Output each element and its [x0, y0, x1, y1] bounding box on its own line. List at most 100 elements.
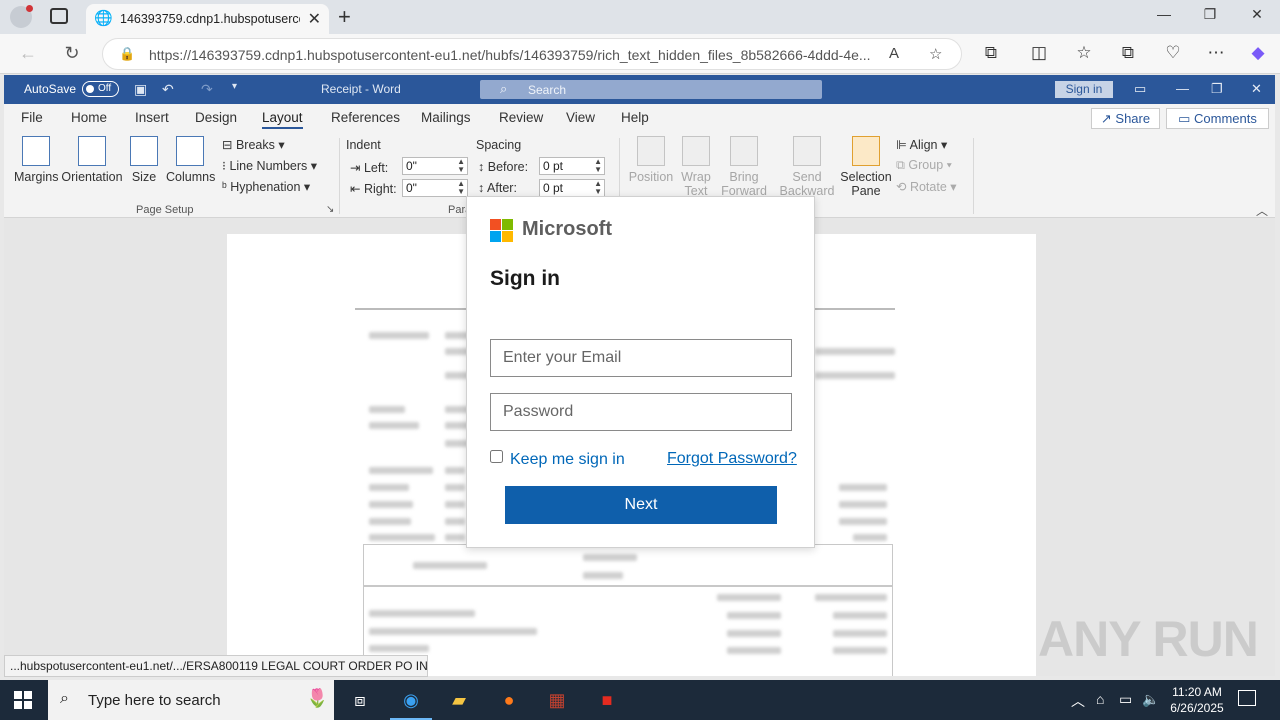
tab-view[interactable]: View — [566, 110, 595, 125]
file-explorer-icon[interactable]: ▰ — [446, 688, 472, 712]
indent-left-input[interactable]: 0" ▲ ▼ — [402, 157, 468, 175]
collections-icon[interactable]: ⧉ — [1115, 43, 1141, 63]
spin-arrows-icon[interactable]: ▲ ▼ — [594, 158, 602, 174]
redo-icon[interactable]: ↷ — [201, 81, 213, 98]
columns-button[interactable]: Columns — [166, 136, 215, 184]
blurred-text — [445, 534, 465, 541]
position-button[interactable]: Position — [626, 136, 676, 184]
line-numbers-button[interactable]: ⁝ Line Numbers ▾ — [222, 158, 317, 173]
logo-square-blue — [490, 231, 501, 242]
send-backward-button[interactable]: Send Backward — [776, 136, 838, 198]
spin-arrows-icon[interactable]: ▲ ▼ — [457, 158, 465, 174]
hyphenation-button[interactable]: ᵇ Hyphenation ▾ — [222, 179, 310, 194]
wrap-text-button[interactable]: Wrap Text — [676, 136, 716, 198]
tab-help[interactable]: Help — [621, 110, 649, 125]
notifications-icon[interactable] — [1238, 690, 1256, 706]
customize-toolbar-icon[interactable]: ▾ — [232, 81, 237, 92]
browser-tab[interactable]: 🌐 146393759.cdnp1.hubspotusercontent-eu1… — [86, 4, 329, 34]
close-tab-icon[interactable]: ✕ — [308, 9, 321, 29]
acrobat-icon[interactable]: ■ — [594, 688, 620, 712]
tab-home[interactable]: Home — [71, 110, 107, 125]
volume-icon[interactable]: 🔈 — [1142, 691, 1159, 708]
taskbar-search-box[interactable]: ⌕ Type here to search 🌷 — [48, 680, 334, 720]
bring-forward-button[interactable]: Bring Forward — [716, 136, 772, 198]
autosave-toggle[interactable]: Off — [82, 81, 119, 97]
spin-arrows-icon[interactable]: ▲ ▼ — [457, 180, 465, 196]
keep-signed-in-option[interactable]: Keep me sign in — [490, 450, 625, 469]
size-button[interactable]: Size — [128, 136, 160, 184]
start-button[interactable] — [14, 691, 32, 709]
network-icon[interactable]: ▭ — [1119, 691, 1132, 708]
minimize-window-button[interactable]: — — [1141, 6, 1187, 22]
orientation-button[interactable]: Orientation — [60, 136, 124, 184]
page-setup-launcher-icon[interactable]: ↘ — [326, 204, 334, 215]
task-view-icon[interactable]: ⧈ — [347, 688, 373, 712]
meet-now-icon[interactable]: ⌂ — [1096, 691, 1104, 707]
word-search-box[interactable]: ⌕ Search — [480, 80, 822, 99]
comments-button[interactable]: ▭ Comments — [1166, 108, 1269, 129]
align-button[interactable]: ⊫ Align ▾ — [896, 137, 947, 152]
firefox-icon[interactable]: ● — [496, 688, 522, 712]
tab-references[interactable]: References — [331, 110, 400, 125]
line-numbers-label: Line Numbers — [229, 159, 308, 173]
favorites-icon[interactable]: ☆ — [1071, 43, 1097, 63]
forgot-password-link[interactable]: Forgot Password? — [667, 450, 797, 468]
selection-pane-button[interactable]: Selection Pane — [840, 136, 892, 198]
restore-window-button[interactable]: ❐ — [1187, 6, 1233, 23]
indent-right-input[interactable]: 0" ▲ ▼ — [402, 179, 468, 197]
margins-icon — [22, 136, 50, 166]
blurred-text — [727, 647, 781, 654]
tab-layout[interactable]: Layout — [262, 110, 303, 129]
rotate-button[interactable]: ⟲ Rotate ▾ — [896, 179, 957, 194]
more-options-icon[interactable]: ⋯ — [1203, 43, 1229, 63]
collapse-ribbon-icon[interactable]: ︿ — [1256, 202, 1268, 219]
share-button[interactable]: ↗ Share — [1091, 108, 1160, 129]
password-field[interactable] — [490, 393, 792, 431]
tab-review[interactable]: Review — [499, 110, 543, 125]
tab-mailings[interactable]: Mailings — [421, 110, 471, 125]
search-highlight-flower-icon: 🌷 — [306, 688, 329, 708]
word-minimize-icon[interactable]: — — [1176, 81, 1189, 96]
winrar-icon[interactable]: ▦ — [544, 688, 570, 712]
keep-signed-in-checkbox[interactable] — [490, 450, 503, 463]
breaks-button[interactable]: ⊟ Breaks ▾ — [222, 137, 285, 152]
split-screen-icon[interactable]: ◫ — [1026, 43, 1052, 63]
tab-insert[interactable]: Insert — [135, 110, 169, 125]
tab-actions-icon[interactable] — [50, 8, 68, 24]
show-hidden-icons-icon[interactable]: ︿ — [1071, 691, 1085, 711]
ribbon-display-icon[interactable]: ▭ — [1134, 81, 1146, 97]
blurred-text — [369, 467, 433, 474]
browser-essentials-icon[interactable]: ♡ — [1160, 43, 1186, 63]
save-icon[interactable]: ▣ — [134, 81, 147, 98]
site-info-icon[interactable]: 🔒 — [119, 46, 135, 62]
back-button[interactable]: ← — [16, 43, 40, 64]
edge-browser-icon[interactable]: ◉ — [390, 688, 432, 720]
tab-file[interactable]: File — [21, 110, 43, 125]
word-close-icon[interactable]: ✕ — [1251, 81, 1262, 97]
refresh-button[interactable]: ↻ — [60, 43, 84, 64]
wrap-text-label: Wrap Text — [681, 170, 711, 198]
close-window-button[interactable]: ✕ — [1234, 6, 1280, 23]
spacing-after-input[interactable]: 0 pt ▲ ▼ — [539, 179, 605, 197]
taskbar-clock[interactable]: 11:20 AM 6/26/2025 — [1166, 684, 1228, 716]
new-tab-button[interactable]: + — [338, 4, 351, 30]
email-field[interactable] — [490, 339, 792, 377]
read-aloud-icon[interactable]: A — [889, 45, 899, 62]
next-button[interactable]: Next — [505, 486, 777, 524]
undo-icon[interactable]: ↶ — [162, 81, 174, 98]
profile-avatar-icon[interactable] — [10, 5, 33, 28]
spacing-before-text: Before: — [487, 160, 529, 174]
tab-design[interactable]: Design — [195, 110, 237, 125]
blurred-text — [727, 630, 781, 637]
address-bar[interactable]: 🔒 https://146393759.cdnp1.hubspotusercon… — [102, 38, 962, 70]
word-sign-in-button[interactable]: Sign in — [1055, 81, 1113, 98]
extensions-icon[interactable]: ⧉ — [978, 43, 1004, 63]
blurred-text — [815, 594, 887, 601]
spin-arrows-icon[interactable]: ▲ ▼ — [594, 180, 602, 196]
margins-button[interactable]: Margins — [14, 136, 58, 184]
spacing-before-input[interactable]: 0 pt ▲ ▼ — [539, 157, 605, 175]
word-restore-icon[interactable]: ❐ — [1211, 81, 1223, 97]
favorite-star-icon[interactable]: ☆ — [929, 45, 942, 63]
group-button[interactable]: ⧉ Group ▾ — [896, 158, 952, 173]
copilot-icon[interactable]: ◆ — [1245, 43, 1271, 63]
